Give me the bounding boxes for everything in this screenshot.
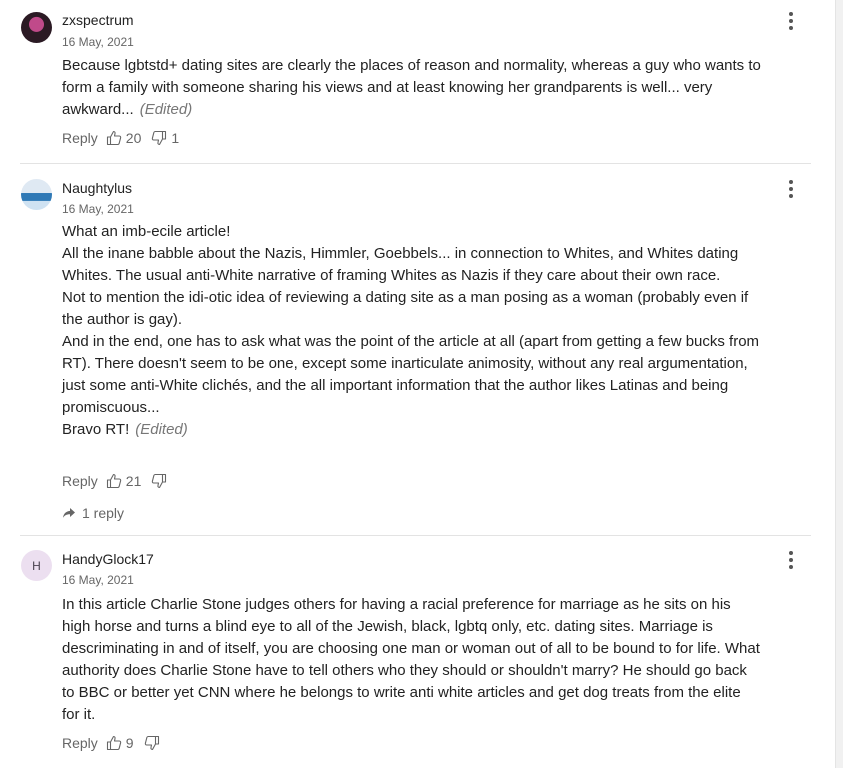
comment-body: Because lgbtstd+ dating sites are clearl… bbox=[62, 55, 767, 121]
comment-body: In this article Charlie Stone judges oth… bbox=[62, 594, 762, 726]
comment-divider bbox=[20, 163, 811, 164]
comment-line: Bravo RT! bbox=[62, 421, 130, 438]
comment-date: 16 May, 2021 bbox=[62, 202, 134, 216]
more-vertical-icon[interactable] bbox=[784, 551, 798, 569]
dislike-button[interactable] bbox=[151, 473, 171, 489]
reply-button[interactable]: Reply bbox=[62, 130, 98, 146]
comment-username[interactable]: HandyGlock17 bbox=[62, 551, 154, 567]
like-count: 21 bbox=[125, 473, 142, 489]
edited-label: (Edited) bbox=[139, 101, 193, 118]
reply-button[interactable]: Reply bbox=[62, 735, 98, 751]
comment-line: Not to mention the idi-otic idea of revi… bbox=[62, 289, 749, 328]
view-replies-link[interactable]: 1 reply bbox=[62, 505, 124, 521]
comment-date: 16 May, 2021 bbox=[62, 35, 134, 49]
reply-button[interactable]: Reply bbox=[62, 473, 98, 489]
scrollbar[interactable] bbox=[835, 0, 843, 768]
edited-label: (Edited) bbox=[135, 421, 188, 438]
comment-line: And in the end, one has to ask what was … bbox=[62, 333, 760, 416]
comment-text: In this article Charlie Stone judges oth… bbox=[62, 596, 760, 723]
like-button[interactable]: 9 bbox=[106, 735, 134, 751]
like-count: 20 bbox=[125, 130, 142, 146]
comment-line: What an imb-ecile article! bbox=[62, 223, 231, 240]
like-count: 9 bbox=[125, 735, 134, 751]
avatar[interactable]: H bbox=[21, 550, 52, 581]
avatar[interactable] bbox=[21, 12, 52, 43]
comment-divider bbox=[20, 535, 811, 536]
comment-username[interactable]: zxspectrum bbox=[62, 12, 134, 28]
dislike-button[interactable]: 1 bbox=[151, 130, 179, 146]
comment-actions: Reply 9 bbox=[62, 735, 174, 751]
thumbs-down-icon bbox=[152, 473, 167, 489]
more-vertical-icon[interactable] bbox=[784, 12, 798, 30]
avatar[interactable] bbox=[21, 179, 52, 210]
comment-line: All the inane babble about the Nazis, Hi… bbox=[62, 245, 739, 284]
like-button[interactable]: 21 bbox=[106, 473, 142, 489]
more-vertical-icon[interactable] bbox=[784, 180, 798, 198]
thumbs-down-icon bbox=[152, 130, 167, 146]
thumbs-up-icon bbox=[106, 130, 122, 146]
thumbs-up-icon bbox=[106, 473, 122, 489]
comment-date: 16 May, 2021 bbox=[62, 573, 134, 587]
like-button[interactable]: 20 bbox=[106, 130, 142, 146]
comment-username[interactable]: Naughtylus bbox=[62, 180, 132, 196]
comment-body: What an imb-ecile article! All the inane… bbox=[62, 221, 767, 441]
comment-actions: Reply 20 1 bbox=[62, 130, 189, 146]
reply-arrow-icon bbox=[63, 508, 75, 518]
replies-count: 1 reply bbox=[82, 505, 125, 521]
dislike-button[interactable] bbox=[144, 735, 164, 751]
thumbs-down-icon bbox=[144, 735, 159, 751]
thumbs-up-icon bbox=[106, 735, 122, 751]
comment-actions: Reply 21 bbox=[62, 473, 181, 489]
dislike-count: 1 bbox=[171, 130, 180, 146]
